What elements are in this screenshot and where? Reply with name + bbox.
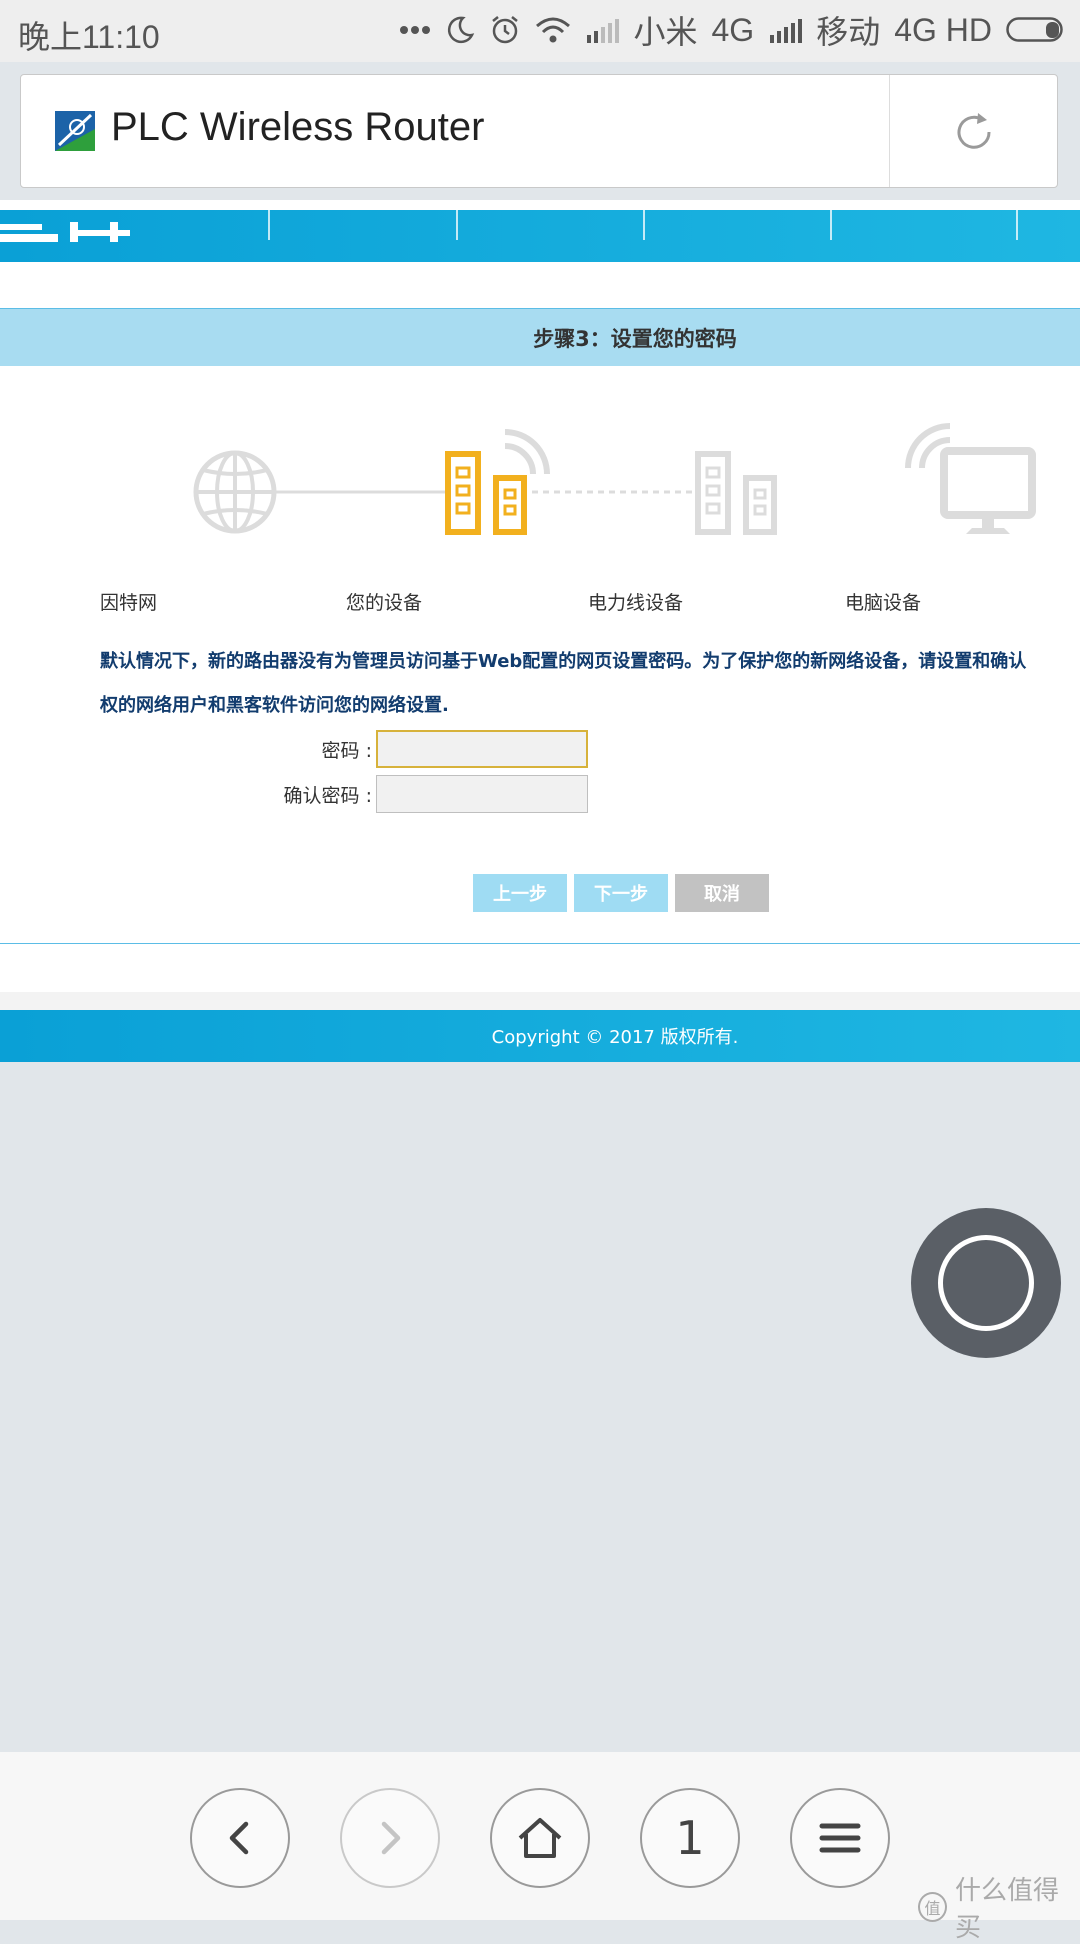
banner-separator	[268, 210, 270, 240]
back-arrow-icon	[229, 1821, 249, 1855]
wifi-icon	[535, 16, 571, 44]
previous-step-button[interactable]: 上一步	[473, 874, 567, 912]
banner-separator	[456, 210, 458, 240]
description-text: 默认情况下，新的路由器没有为管理员访问基于Web配置的网页设置密码。为了保护您的…	[100, 640, 1080, 728]
home-button[interactable]	[490, 1788, 590, 1888]
confirm-password-label: 确认密码 :	[283, 784, 372, 807]
password-label: 密码 :	[321, 739, 372, 762]
tab-count: 1	[675, 1811, 705, 1865]
forward-arrow-icon	[381, 1821, 401, 1855]
signal-icon-1	[585, 17, 620, 43]
floating-assist-button[interactable]	[911, 1208, 1061, 1358]
cancel-button[interactable]: 取消	[675, 874, 769, 912]
address-bar-divider	[889, 75, 890, 187]
node-label-computer: 电脑设备	[845, 592, 922, 614]
back-button[interactable]	[190, 1788, 290, 1888]
tabs-button[interactable]: 1	[640, 1788, 740, 1888]
node-label-internet: 因特网	[100, 592, 158, 614]
step-title-bar: 步骤3：设置您的密码	[0, 308, 1080, 366]
watermark: 值 什么值得买	[918, 1870, 1080, 1944]
web-content: 步骤3：设置您的密码 因特网 您的设备 电力线设备 电脑设备 默认情况下，新的路…	[0, 200, 1080, 1062]
status-icons: 小米 4G 移动 4G HD	[399, 10, 1066, 50]
watermark-text: 什么值得买	[955, 1876, 1060, 1943]
reload-icon[interactable]	[951, 109, 997, 155]
network-diagram	[193, 423, 1036, 535]
step-title: 步骤3：设置您的密码	[533, 326, 737, 351]
footer-gap	[0, 992, 1080, 1010]
globe-icon	[193, 450, 277, 534]
password-input[interactable]	[376, 730, 588, 768]
page-title: PLC Wireless Router	[111, 105, 485, 149]
description-line: 权的网络用户和黑客软件访问您的网络设置.	[100, 695, 449, 716]
banner-separator	[643, 210, 645, 240]
powerline-device-icon	[695, 451, 777, 535]
home-icon	[518, 1818, 562, 1858]
moon-icon	[445, 15, 475, 45]
signal-icon-2	[768, 17, 803, 43]
password-row: 密码 :	[152, 730, 588, 768]
confirm-password-input[interactable]	[376, 775, 588, 813]
content-divider	[0, 943, 1080, 944]
header-banner	[0, 210, 1080, 262]
footer-bar: Copyright © 2017 版权所有.	[0, 1010, 1080, 1062]
next-step-button[interactable]: 下一步	[574, 874, 668, 912]
network-type-1: 4G	[711, 11, 755, 48]
watermark-badge: 值	[918, 1892, 947, 1922]
banner-separator	[1016, 210, 1018, 240]
status-bar: 晚上11:10 小米 4G 移动 4G HD	[0, 0, 1080, 62]
router-logo-icon	[55, 111, 95, 151]
confirm-password-row: 确认密码 :	[152, 775, 588, 813]
menu-button[interactable]	[790, 1788, 890, 1888]
node-label-powerline: 电力线设备	[588, 592, 684, 614]
menu-icon	[819, 1823, 861, 1853]
forward-button[interactable]	[340, 1788, 440, 1888]
router-device-icon	[445, 429, 550, 535]
more-dots-icon	[399, 25, 431, 35]
network-type-2: 4G HD	[894, 11, 992, 48]
copyright-text: Copyright © 2017 版权所有.	[491, 1027, 739, 1048]
address-bar[interactable]: PLC Wireless Router	[20, 74, 1058, 188]
circle-icon	[938, 1235, 1034, 1331]
computer-monitor-icon	[905, 423, 1036, 534]
banner-separator	[830, 210, 832, 240]
carrier-2: 移动	[816, 14, 881, 50]
carrier-1: 小米	[633, 14, 698, 50]
status-time: 晚上11:10	[18, 19, 160, 55]
banner-logo-fragment	[0, 220, 140, 248]
battery-icon	[1006, 17, 1066, 43]
description-line: 默认情况下，新的路由器没有为管理员访问基于Web配置的网页设置密码。为了保护您的…	[100, 651, 1027, 672]
alarm-icon	[489, 14, 521, 46]
node-label-your-device: 您的设备	[346, 592, 423, 614]
